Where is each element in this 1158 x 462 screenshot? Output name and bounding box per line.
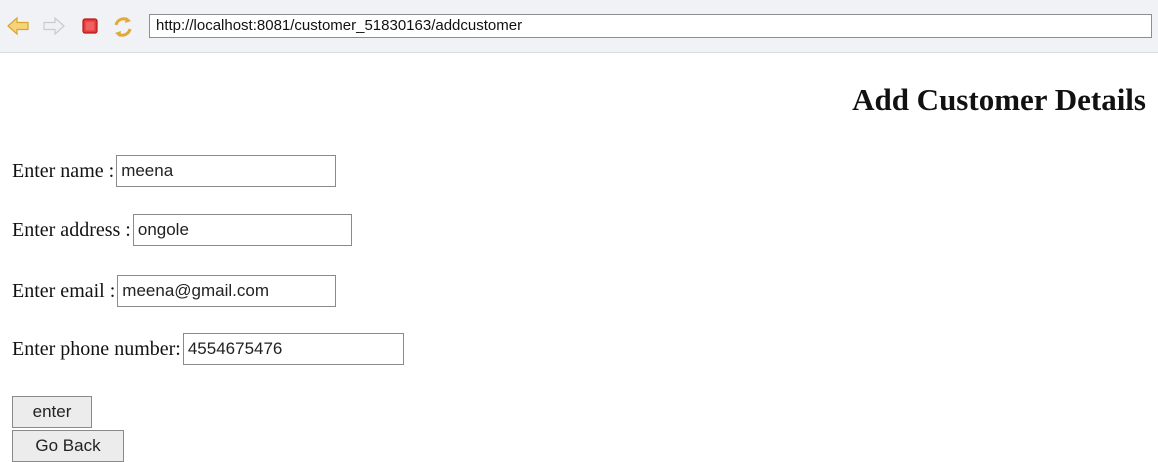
name-label: Enter name : [12, 159, 115, 182]
address-input[interactable] [132, 214, 352, 246]
email-row: Enter email : [12, 275, 337, 307]
name-row: Enter name : [12, 155, 337, 187]
email-input[interactable] [117, 275, 337, 307]
name-input[interactable] [116, 155, 337, 187]
page-title: Add Customer Details [852, 82, 1146, 117]
phone-label: Enter phone number: [12, 337, 181, 360]
go-back-button[interactable]: Go Back [12, 430, 124, 462]
phone-row: Enter phone number: [12, 333, 404, 365]
address-row: Enter address : [12, 214, 352, 246]
forward-arrow-icon[interactable] [43, 16, 65, 36]
back-arrow-icon[interactable] [7, 16, 29, 36]
enter-button[interactable]: enter [12, 396, 92, 428]
address-label: Enter address : [12, 218, 131, 241]
address-bar-url: http://localhost:8081/customer_51830163/… [156, 17, 523, 34]
email-label: Enter email : [12, 279, 116, 302]
refresh-icon[interactable] [112, 16, 132, 37]
address-bar[interactable]: http://localhost:8081/customer_51830163/… [149, 14, 1152, 38]
stop-icon[interactable] [80, 16, 100, 36]
browser-toolbar: http://localhost:8081/customer_51830163/… [0, 0, 1158, 53]
phone-input[interactable] [182, 333, 404, 365]
